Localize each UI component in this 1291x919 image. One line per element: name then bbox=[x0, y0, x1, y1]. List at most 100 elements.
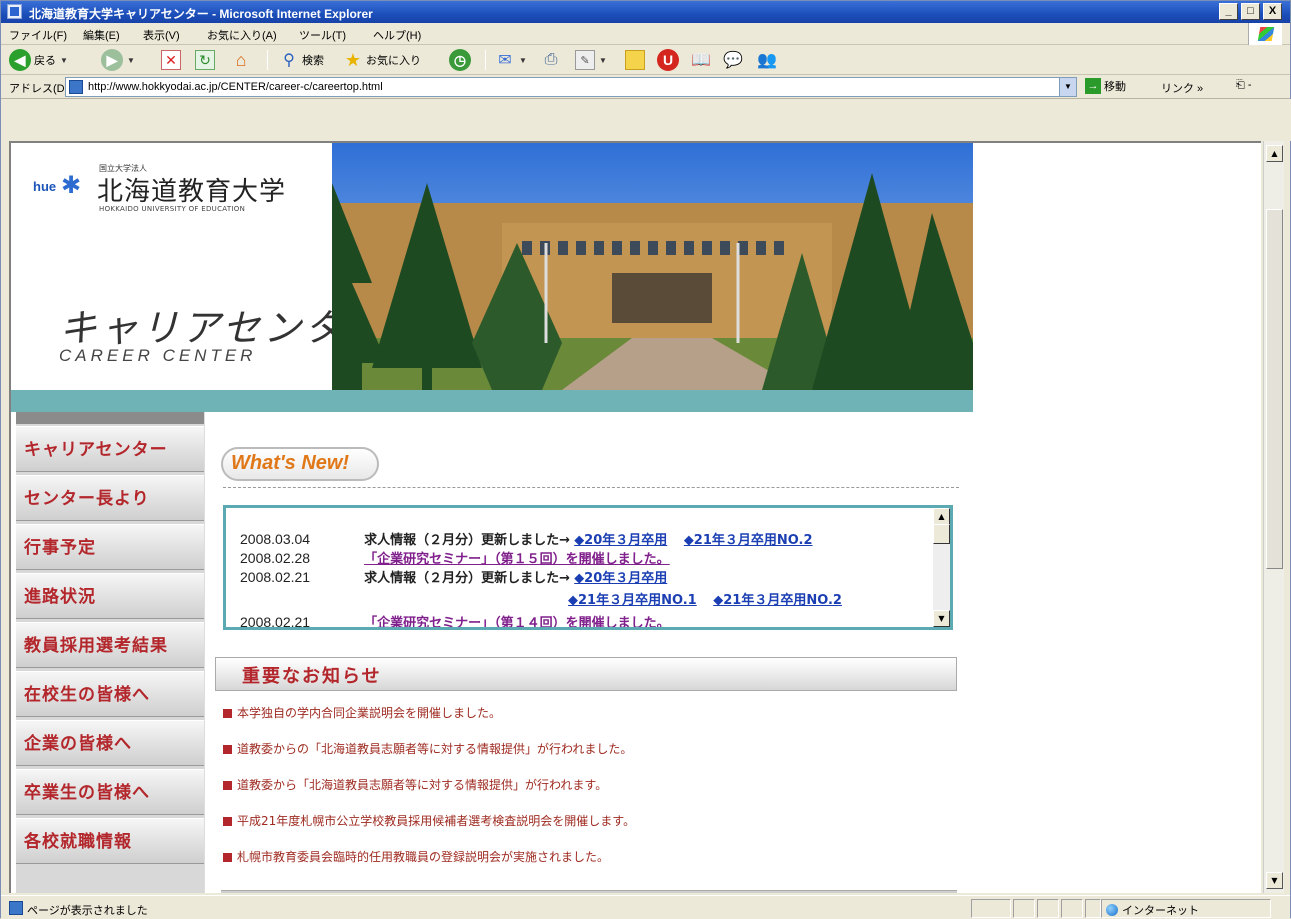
search-icon: ⚲ bbox=[283, 52, 295, 69]
nav-career-status[interactable]: 進路状況 bbox=[16, 573, 204, 619]
edit-button[interactable]: ✎ ▼ bbox=[575, 48, 607, 72]
menu-view[interactable]: 表示(V) bbox=[143, 27, 180, 43]
notice-item[interactable]: 札幌市教育委員会臨時的任用教職員の登録説明会が実施されました。 bbox=[223, 848, 609, 865]
address-url[interactable]: http://www.hokkyodai.ac.jp/CENTER/career… bbox=[88, 81, 383, 93]
square-bullet-icon bbox=[223, 853, 232, 862]
scroll-down-icon[interactable]: ▼ bbox=[1266, 872, 1283, 889]
search-button[interactable]: ⚲ 検索 bbox=[279, 48, 324, 72]
print-button[interactable]: ⎙ bbox=[541, 48, 561, 72]
square-bullet-icon bbox=[223, 817, 232, 826]
news-item: 2008.03.04 求人情報（２月分）更新しました→ ◆20年３月卒用 ◆21… bbox=[240, 529, 813, 548]
chat-button[interactable]: 💬 bbox=[723, 48, 743, 72]
discuss-icon bbox=[625, 50, 645, 70]
print-icon: ⎙ bbox=[544, 51, 558, 68]
messenger-button[interactable]: U bbox=[657, 48, 679, 72]
chevron-down-icon: ▼ bbox=[60, 55, 68, 65]
title-bar[interactable]: 北海道教育大学キャリアセンター - Microsoft Internet Exp… bbox=[1, 1, 1290, 23]
university-name-en: HOKKAIDO UNIVERSITY OF EDUCATION bbox=[99, 205, 246, 213]
favorites-button[interactable]: ★ お気に入り bbox=[343, 48, 421, 72]
news-link[interactable]: 「企業研究セミナー」（第１４回）を開催しました。 bbox=[364, 616, 670, 627]
scroll-down-icon[interactable]: ▼ bbox=[933, 610, 950, 627]
back-button[interactable]: ◀ 戻る ▼ bbox=[9, 48, 68, 72]
notice-text[interactable]: 平成21年度札幌市公立学校教員採用候補者選考検査説明会を開催します。 bbox=[237, 814, 635, 828]
scroll-up-icon[interactable]: ▲ bbox=[1266, 145, 1283, 162]
side-navigation: キャリアセンター センター長より 行事予定 進路状況 教員採用選考結果 在校生の… bbox=[16, 412, 204, 893]
logo-hue: hue bbox=[33, 179, 57, 194]
notice-text[interactable]: 札幌市教育委員会臨時的任用教職員の登録説明会が実施されました。 bbox=[237, 850, 609, 864]
news-link[interactable]: ◆20年３月卒用 bbox=[574, 533, 667, 548]
favorites-icon: ★ bbox=[344, 49, 362, 70]
news-scrollbar[interactable]: ▲ ▼ bbox=[933, 508, 950, 627]
nav-director-message[interactable]: センター長より bbox=[16, 475, 204, 521]
news-link[interactable]: ◆21年３月卒用NO.2 bbox=[713, 593, 842, 608]
research-button[interactable]: 📖 bbox=[691, 48, 711, 72]
nav-teacher-exam-results[interactable]: 教員採用選考結果 bbox=[16, 622, 204, 668]
history-button[interactable]: ◷ bbox=[449, 48, 471, 72]
nav-for-graduates[interactable]: 卒業生の皆様へ bbox=[16, 769, 204, 815]
menu-help[interactable]: ヘルプ(H) bbox=[373, 27, 421, 43]
nav-for-companies[interactable]: 企業の皆様へ bbox=[16, 720, 204, 766]
history-icon: ◷ bbox=[449, 49, 471, 71]
status-pane bbox=[1037, 899, 1059, 918]
home-button[interactable]: ⌂ bbox=[231, 48, 251, 72]
edit-icon: ✎ bbox=[575, 50, 595, 70]
status-bar: ページが表示されました インターネット bbox=[1, 895, 1290, 919]
news-item: 2008.02.21 求人情報（２月分）更新しました→ ◆20年３月卒用 bbox=[240, 567, 667, 586]
chevron-down-icon: ▼ bbox=[127, 55, 135, 65]
nav-for-students[interactable]: 在校生の皆様へ bbox=[16, 671, 204, 717]
refresh-button[interactable]: ↻ bbox=[195, 48, 215, 72]
scroll-up-icon[interactable]: ▲ bbox=[933, 508, 950, 525]
people-button[interactable]: 👥 bbox=[757, 48, 777, 72]
discuss-button[interactable] bbox=[625, 48, 645, 72]
notice-text[interactable]: 道教委から「北海道教員志願者等に対する情報提供」が行われます。 bbox=[237, 778, 607, 792]
notice-item[interactable]: 道教委からの「北海道教員志願者等に対する情報提供」が行われました。 bbox=[223, 740, 632, 757]
minimize-button[interactable]: _ bbox=[1219, 3, 1238, 20]
notice-item[interactable]: 道教委から「北海道教員志願者等に対する情報提供」が行われます。 bbox=[223, 776, 607, 793]
address-label: アドレス(D) bbox=[9, 83, 69, 95]
forward-button[interactable]: ▶ ▼ bbox=[101, 48, 135, 72]
news-link[interactable]: ◆21年３月卒用NO.2 bbox=[684, 533, 813, 548]
notice-item[interactable]: 平成21年度札幌市公立学校教員採用候補者選考検査説明会を開催します。 bbox=[223, 812, 635, 829]
news-link[interactable]: ◆20年３月卒用 bbox=[574, 571, 667, 586]
status-text: ページが表示されました bbox=[27, 905, 148, 917]
address-dropdown-icon[interactable]: ▼ bbox=[1059, 78, 1076, 96]
menu-file[interactable]: ファイル(F) bbox=[9, 27, 67, 43]
nav-campus-job-info[interactable]: 各校就職情報 bbox=[16, 818, 204, 864]
notice-item[interactable]: 本学独自の学内合同企業説明会を開催しました。 bbox=[223, 704, 501, 721]
news-link[interactable]: ◆21年３月卒用NO.1 bbox=[568, 593, 697, 608]
notice-text[interactable]: 道教委からの「北海道教員志願者等に対する情報提供」が行われました。 bbox=[237, 742, 632, 756]
page-scrollbar[interactable]: ▲ ▼ bbox=[1263, 141, 1284, 893]
back-icon: ◀ bbox=[9, 49, 31, 71]
university-logo[interactable]: hue ✱ 国立大学法人 北海道教育大学 HOKKAIDO UNIVERSITY… bbox=[33, 161, 323, 221]
nav-top-bar bbox=[16, 412, 204, 424]
page-viewport: hue ✱ 国立大学法人 北海道教育大学 HOKKAIDO UNIVERSITY… bbox=[9, 141, 1261, 893]
nav-event-schedule[interactable]: 行事予定 bbox=[16, 524, 204, 570]
back-label: 戻る bbox=[34, 55, 56, 67]
mail-button[interactable]: ✉ ▼ bbox=[495, 48, 527, 72]
news-link[interactable]: 「企業研究セミナー」（第１５回）を開催しました。 bbox=[364, 552, 670, 567]
messenger-icon: U bbox=[657, 49, 679, 71]
links-overflow-icon[interactable]: ⎗ - bbox=[1236, 79, 1252, 92]
scroll-thumb[interactable] bbox=[1266, 209, 1283, 569]
go-button[interactable]: → 移動 bbox=[1085, 78, 1126, 94]
nav-career-center[interactable]: キャリアセンター bbox=[16, 426, 204, 472]
toolbar-separator bbox=[267, 50, 268, 70]
main-content: What's New! 2008.03.04 求人情報（２月分）更新しました→ … bbox=[204, 412, 973, 893]
news-box: 2008.03.04 求人情報（２月分）更新しました→ ◆20年３月卒用 ◆21… bbox=[223, 505, 953, 630]
address-bar: アドレス(D) http://www.hokkyodai.ac.jp/CENTE… bbox=[1, 75, 1290, 99]
toolbar-separator bbox=[485, 50, 486, 70]
globe-icon bbox=[1106, 904, 1118, 916]
notice-text[interactable]: 本学独自の学内合同企業説明会を開催しました。 bbox=[237, 706, 501, 720]
menu-tools[interactable]: ツール(T) bbox=[299, 27, 346, 43]
site-header: hue ✱ 国立大学法人 北海道教育大学 HOKKAIDO UNIVERSITY… bbox=[11, 143, 973, 390]
links-toolbar[interactable]: リンク » bbox=[1161, 80, 1203, 96]
scroll-thumb[interactable] bbox=[933, 524, 950, 544]
address-input[interactable]: http://www.hokkyodai.ac.jp/CENTER/career… bbox=[65, 77, 1077, 97]
stop-button[interactable]: ✕ bbox=[161, 48, 181, 72]
maximize-button[interactable]: □ bbox=[1241, 3, 1260, 20]
go-arrow-icon: → bbox=[1085, 78, 1101, 94]
campus-photo bbox=[332, 143, 973, 390]
close-button[interactable]: X bbox=[1263, 3, 1282, 20]
menu-edit[interactable]: 編集(E) bbox=[83, 27, 120, 43]
menu-favorites[interactable]: お気に入り(A) bbox=[207, 27, 277, 43]
